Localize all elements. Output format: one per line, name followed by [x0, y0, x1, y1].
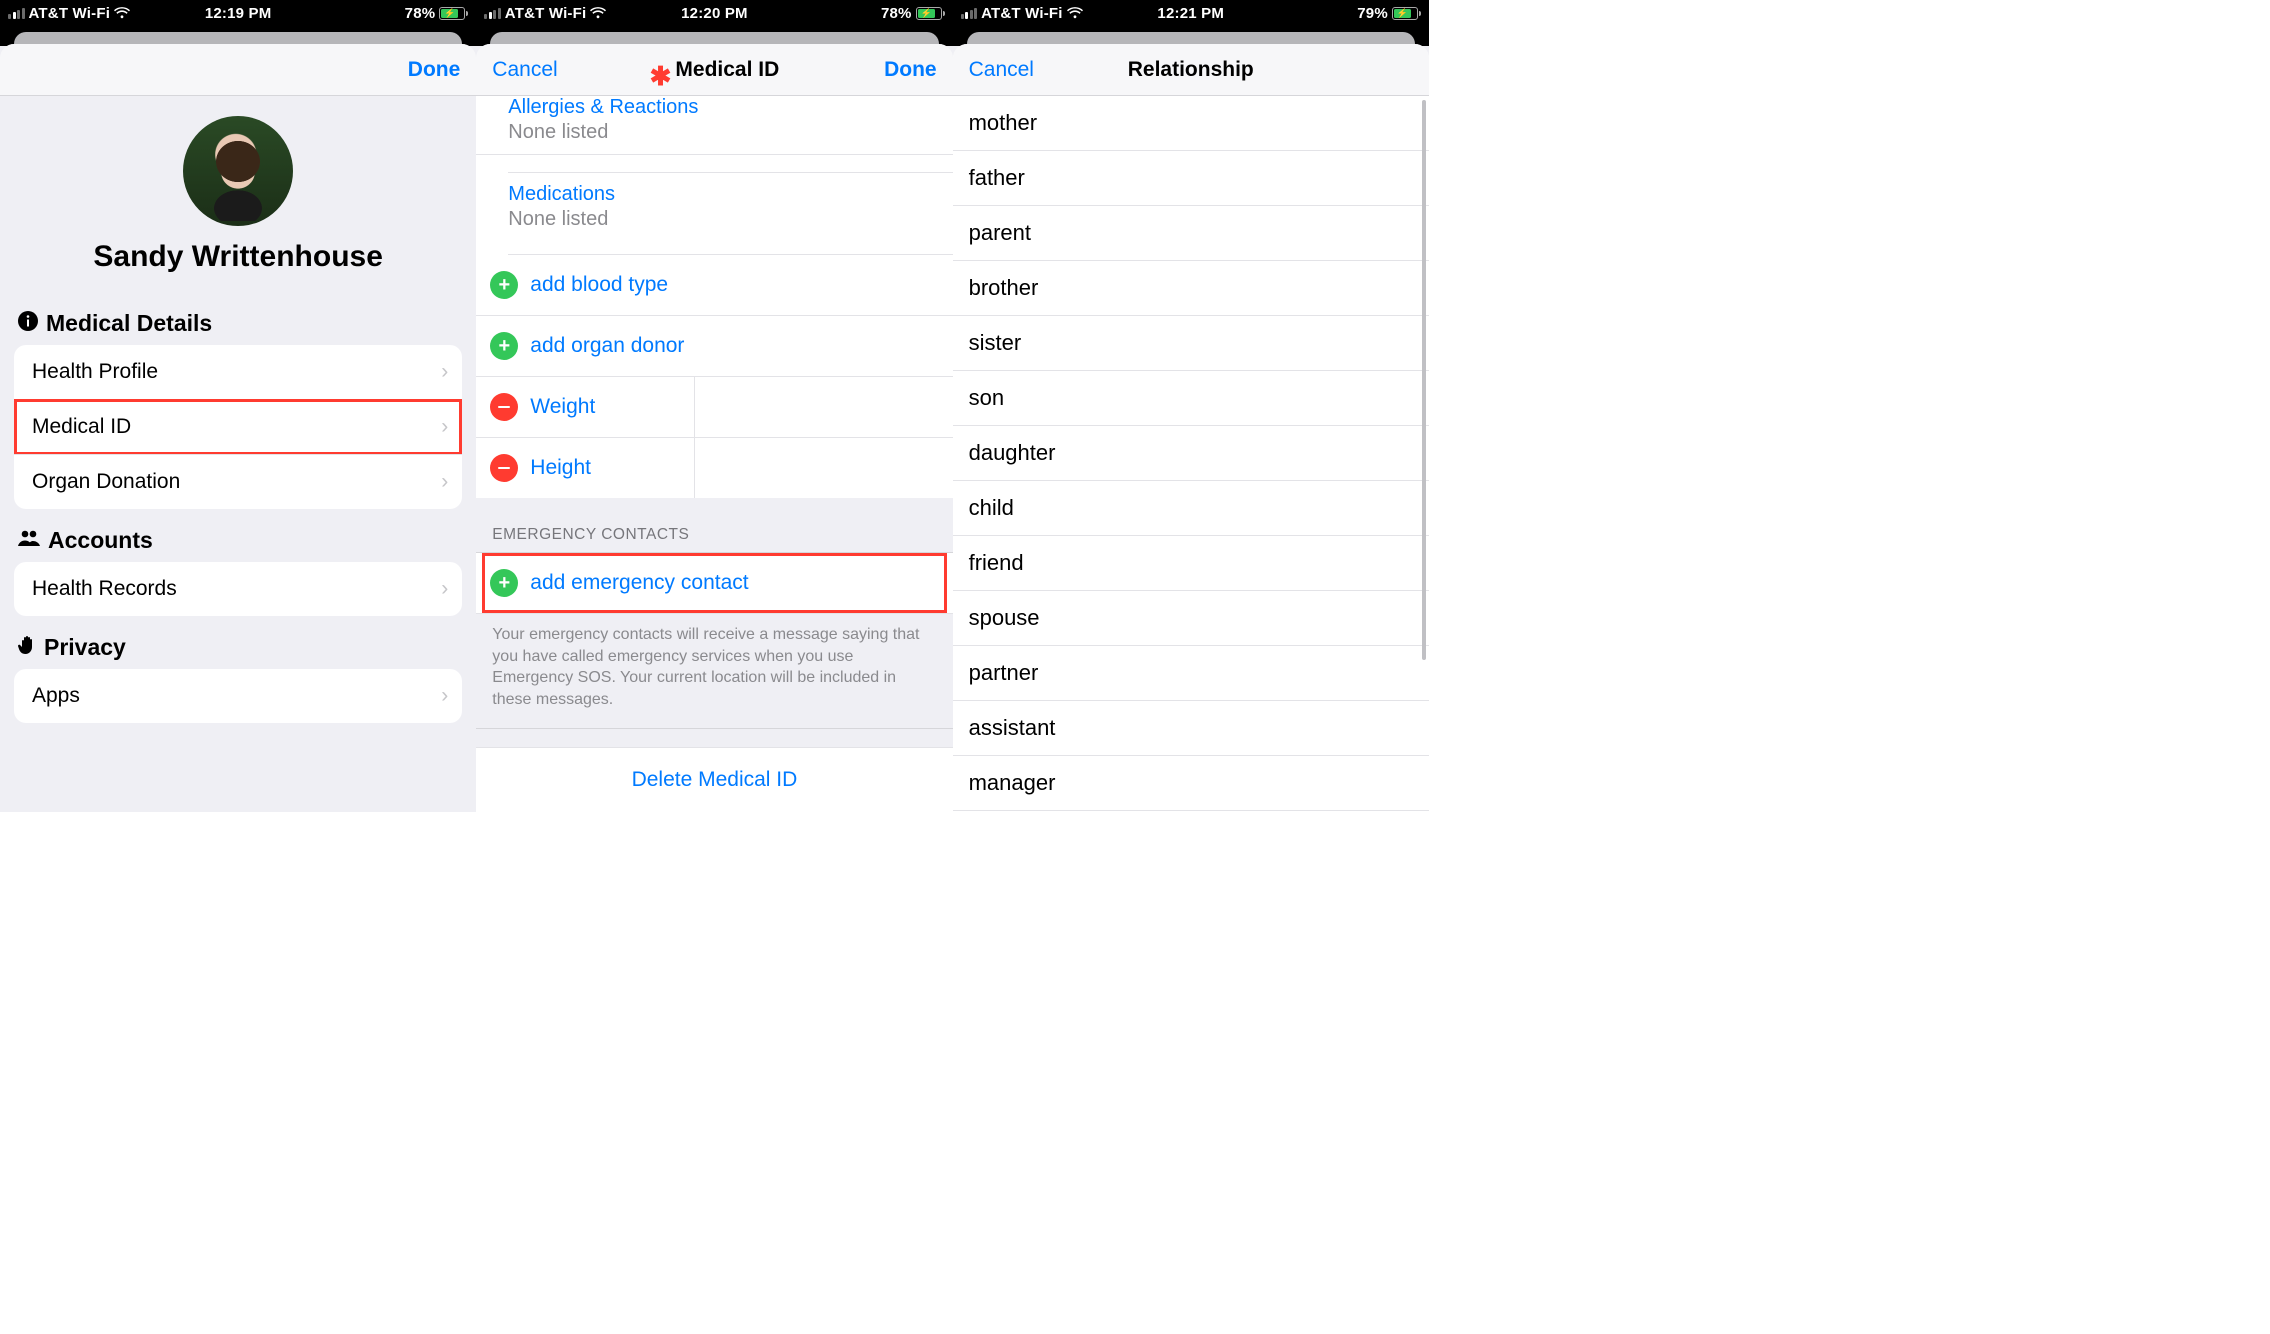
chevron-right-icon: ›	[441, 360, 448, 384]
battery-icon: ⚡	[916, 7, 945, 20]
row-label: Height	[530, 456, 591, 480]
relationship-option[interactable]: friend	[953, 536, 1429, 591]
footer-note: Your emergency contacts will receive a m…	[476, 614, 952, 729]
relationship-option[interactable]: child	[953, 481, 1429, 536]
info-icon	[18, 311, 38, 337]
add-blood-type-button[interactable]: + add blood type	[476, 255, 952, 316]
row-label: Medical ID	[32, 415, 131, 439]
chevron-right-icon: ›	[441, 470, 448, 494]
weight-value-cell[interactable]	[695, 377, 952, 438]
relationship-option[interactable]: sister	[953, 316, 1429, 371]
remove-height-button[interactable]: Height	[476, 438, 695, 498]
section-header-medical-details: Medical Details	[0, 292, 476, 345]
chevron-right-icon: ›	[441, 415, 448, 439]
row-organ-donation[interactable]: Organ Donation ›	[14, 454, 462, 509]
relationship-option[interactable]: spouse	[953, 591, 1429, 646]
status-bar: AT&T Wi-Fi 12:21 PM 79% ⚡	[953, 0, 1429, 26]
profile-name: Sandy Writtenhouse	[0, 240, 476, 274]
row-label: Health Records	[32, 577, 177, 601]
row-apps[interactable]: Apps ›	[14, 669, 462, 723]
field-value: None listed	[508, 121, 936, 144]
relationship-option[interactable]: manager	[953, 756, 1429, 811]
relationship-option[interactable]: parent	[953, 206, 1429, 261]
chevron-right-icon: ›	[441, 577, 448, 601]
row-medical-id[interactable]: Medical ID ›	[14, 399, 462, 454]
people-icon	[18, 529, 40, 553]
row-label: Health Profile	[32, 360, 158, 384]
status-bar: AT&T Wi-Fi 12:19 PM 78% ⚡	[0, 0, 476, 26]
plus-icon: +	[490, 271, 518, 299]
chevron-right-icon: ›	[441, 684, 448, 708]
row-label: Apps	[32, 684, 80, 708]
row-label: add emergency contact	[530, 571, 748, 595]
row-label: add organ donor	[530, 334, 684, 358]
field-label: Medications	[508, 183, 936, 206]
relationship-option[interactable]: son	[953, 371, 1429, 426]
relationship-option[interactable]: daughter	[953, 426, 1429, 481]
done-button[interactable]: Done	[408, 58, 461, 82]
delete-medical-id-button[interactable]: Delete Medical ID	[476, 747, 952, 812]
add-emergency-contact-button[interactable]: + add emergency contact	[476, 553, 952, 614]
relationship-option[interactable]: assistant	[953, 701, 1429, 756]
plus-icon: +	[490, 332, 518, 360]
section-header-accounts: Accounts	[0, 509, 476, 562]
field-value: None listed	[508, 208, 936, 231]
row-health-profile[interactable]: Health Profile ›	[14, 345, 462, 399]
done-button[interactable]: Done	[884, 58, 937, 82]
remove-weight-button[interactable]: Weight	[476, 377, 695, 438]
nav-bar: Cancel Relationship	[953, 44, 1429, 96]
hand-icon	[18, 635, 36, 661]
height-value-cell[interactable]	[695, 438, 952, 498]
relationship-option[interactable]: brother	[953, 261, 1429, 316]
relationship-option[interactable]: mother	[953, 96, 1429, 151]
field-medications[interactable]: Medications None listed	[476, 173, 952, 241]
row-label: Weight	[530, 395, 595, 419]
nav-bar: Done	[0, 44, 476, 96]
row-health-records[interactable]: Health Records ›	[14, 562, 462, 616]
cancel-button[interactable]: Cancel	[969, 58, 1034, 82]
section-header-emergency: EMERGENCY CONTACTS	[476, 498, 952, 553]
section-header-privacy: Privacy	[0, 616, 476, 669]
clock-label: 12:20 PM	[476, 5, 952, 22]
clock-label: 12:21 PM	[953, 5, 1429, 22]
battery-icon: ⚡	[1392, 7, 1421, 20]
cancel-button[interactable]: Cancel	[492, 58, 557, 82]
field-label: Allergies & Reactions	[508, 96, 936, 119]
battery-icon: ⚡	[439, 7, 468, 20]
profile-avatar[interactable]	[183, 116, 293, 226]
status-bar: AT&T Wi-Fi 12:20 PM 78% ⚡	[476, 0, 952, 26]
add-organ-donor-button[interactable]: + add organ donor	[476, 316, 952, 377]
field-allergies[interactable]: Allergies & Reactions None listed	[476, 96, 952, 155]
relationship-option[interactable]: father	[953, 151, 1429, 206]
scroll-indicator[interactable]	[1422, 100, 1426, 660]
minus-icon	[490, 393, 518, 421]
minus-icon	[490, 454, 518, 482]
relationship-option[interactable]: partner	[953, 646, 1429, 701]
row-label: add blood type	[530, 273, 668, 297]
row-label: Organ Donation	[32, 470, 180, 494]
nav-bar: Cancel ✱ Medical ID Done	[476, 44, 952, 96]
plus-icon: +	[490, 569, 518, 597]
clock-label: 12:19 PM	[0, 5, 476, 22]
